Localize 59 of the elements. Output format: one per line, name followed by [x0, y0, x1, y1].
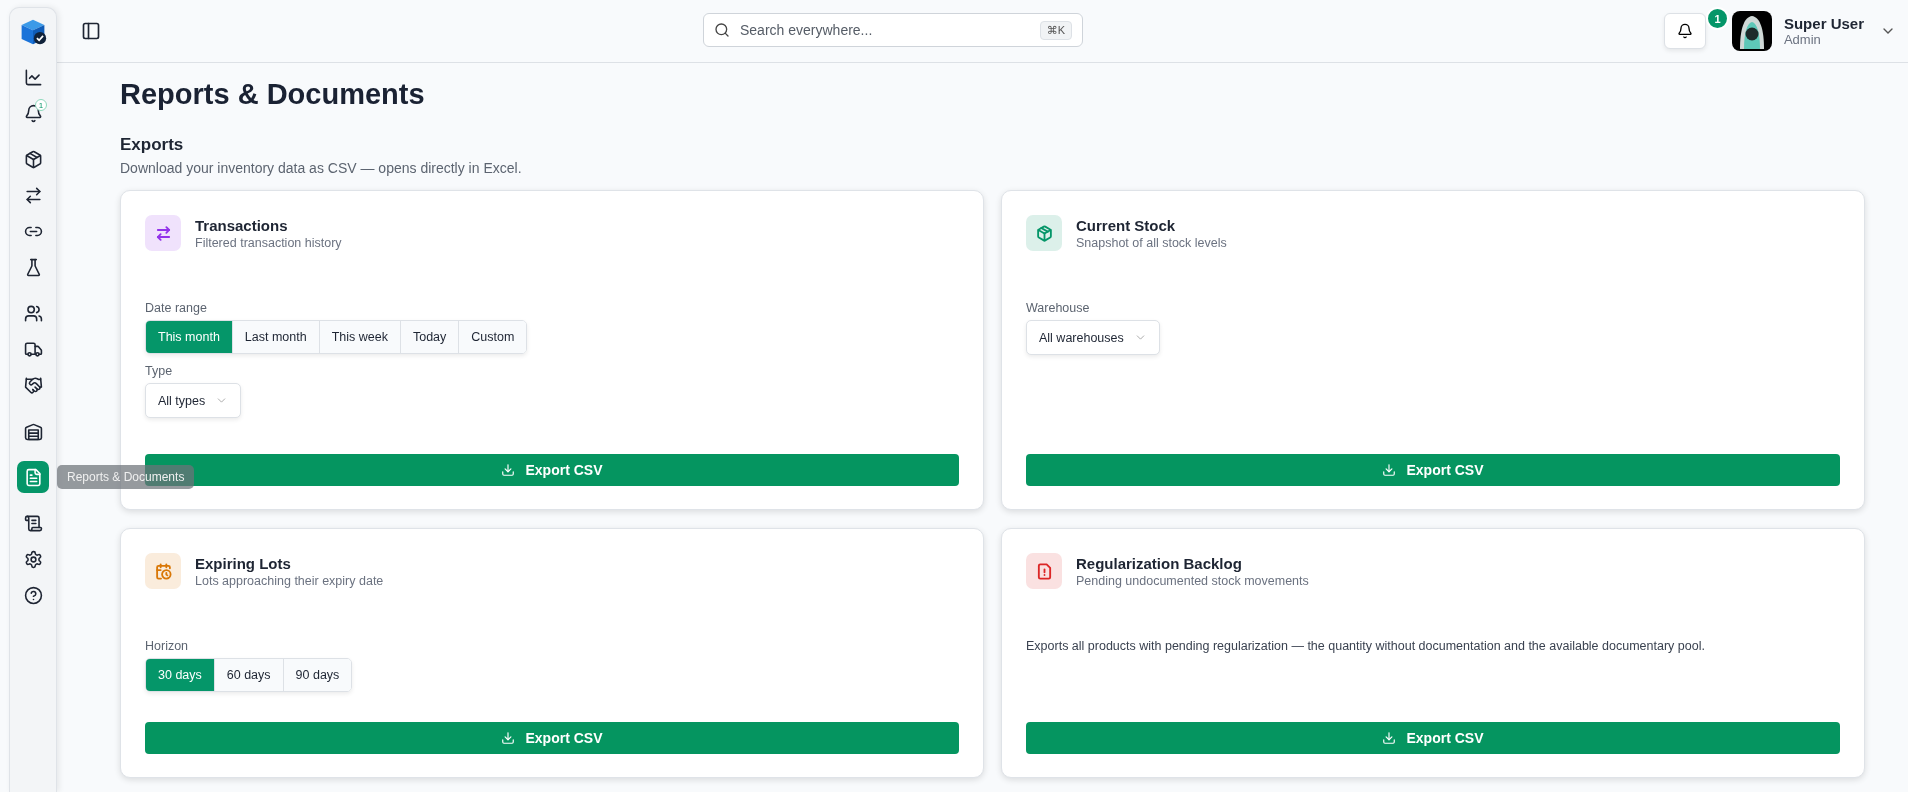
select-dropdown[interactable]: All warehouses	[1026, 320, 1160, 355]
card-subtitle: Filtered transaction history	[195, 235, 342, 250]
scroll-icon	[23, 513, 43, 533]
notification-badge: 1	[35, 99, 47, 111]
field-label: Type	[145, 364, 173, 378]
help-icon	[23, 585, 43, 605]
download-icon	[1382, 731, 1397, 745]
bell-icon	[1676, 23, 1693, 39]
notifications-button[interactable]	[1663, 13, 1706, 49]
tooltip: Reports & Documents	[57, 465, 195, 489]
logo-icon	[19, 18, 47, 46]
chart-line-icon	[23, 67, 43, 87]
document-icon	[23, 467, 43, 487]
select-dropdown[interactable]: All types	[145, 383, 242, 418]
export-button[interactable]: Export CSV	[1026, 454, 1840, 486]
section-description: Download your inventory data as CSV — opens directly in Excel.	[120, 159, 523, 177]
search-field[interactable]: Search everywhere... ⌘K	[703, 13, 1083, 47]
download-icon	[1382, 463, 1397, 477]
truck-icon	[23, 339, 43, 359]
search-icon	[714, 22, 730, 38]
segment-option[interactable]: 60 days	[213, 659, 283, 691]
segment-option[interactable]: 90 days	[282, 659, 352, 691]
card-description: Exports all products with pending regularization — the quantity without documentation and the available documentary pool.	[1026, 639, 1705, 653]
card-subtitle: Snapshot of all stock levels	[1076, 235, 1227, 250]
notification-badge: 1	[1705, 7, 1729, 30]
card-title: Regularization Backlog	[1076, 554, 1243, 572]
field-label: Date range	[145, 301, 207, 315]
export-button[interactable]: Export CSV	[145, 722, 959, 754]
keyboard-shortcut: ⌘K	[1039, 20, 1072, 40]
segment-option[interactable]: This month	[146, 321, 232, 353]
box-icon	[23, 149, 43, 169]
search-input[interactable]: Search everywhere...	[738, 21, 1032, 39]
handshake-icon	[23, 375, 43, 395]
card-subtitle: Lots approaching their expiry date	[195, 573, 384, 588]
page-title: Reports & Documents	[120, 77, 426, 112]
bell-icon	[23, 103, 43, 123]
card-title: Transactions	[195, 216, 289, 234]
arrows-icon	[23, 185, 43, 205]
user-role: Admin	[1783, 32, 1822, 47]
segment-option[interactable]: This week	[318, 321, 400, 353]
user-name: Super User	[1783, 15, 1864, 32]
export-button[interactable]: Export CSV	[1026, 722, 1840, 754]
segment-option[interactable]: Today	[399, 321, 459, 353]
field-label: Warehouse	[1026, 301, 1090, 315]
segment-option[interactable]: 30 days	[146, 659, 214, 691]
download-icon	[501, 463, 516, 477]
warehouse-icon	[23, 421, 43, 441]
download-icon	[501, 731, 516, 745]
sidebar-toggle-button[interactable]	[81, 21, 101, 41]
avatar[interactable]	[1731, 11, 1772, 51]
segment-option[interactable]: Last month	[231, 321, 319, 353]
segment-option[interactable]: Custom	[458, 321, 527, 353]
field-label: Horizon	[145, 639, 189, 653]
card-subtitle: Pending undocumented stock movements	[1076, 573, 1309, 588]
settings-icon	[23, 549, 43, 569]
users-icon	[23, 303, 43, 323]
section-title: Exports	[120, 134, 185, 156]
card-title: Expiring Lots	[195, 554, 292, 572]
card-title: Current Stock	[1076, 216, 1177, 234]
